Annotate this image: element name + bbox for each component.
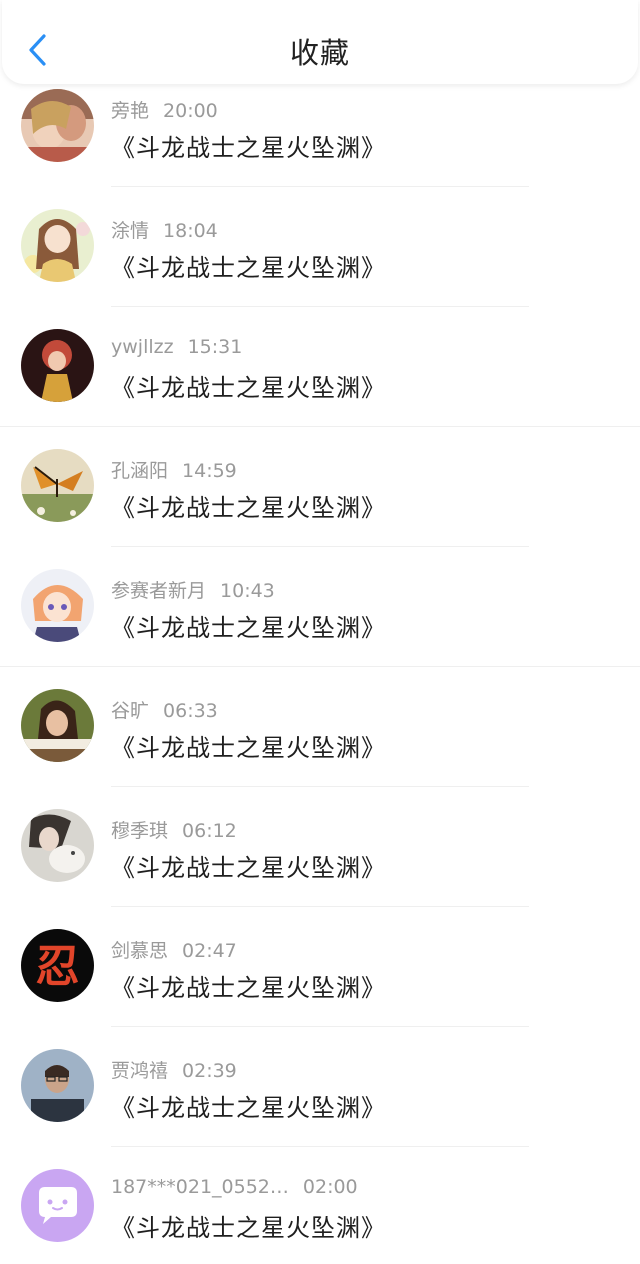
- item-time: 02:39: [182, 1060, 237, 1082]
- user-name: 谷旷: [111, 700, 150, 722]
- item-title: 《斗龙战士之星火坠渊》: [111, 614, 386, 642]
- user-name: 187***021_0552…: [111, 1176, 289, 1198]
- item-meta: 涂情 18:04: [111, 216, 218, 243]
- divider: [111, 1026, 529, 1027]
- user-name: 剑慕思: [111, 940, 169, 962]
- girl-with-cat-avatar[interactable]: [21, 809, 94, 882]
- item-title: 《斗龙战士之星火坠渊》: [111, 374, 386, 402]
- butterfly-avatar[interactable]: [21, 449, 94, 522]
- anime-girl-avatar[interactable]: [21, 209, 94, 282]
- user-name: 贾鸿禧: [111, 1060, 169, 1082]
- man-at-laptop-avatar[interactable]: [21, 1049, 94, 1122]
- item-title: 《斗龙战士之星火坠渊》: [111, 1214, 386, 1242]
- divider: [0, 666, 640, 667]
- item-meta: 谷旷 06:33: [111, 696, 218, 723]
- page-title: 收藏: [289, 36, 350, 70]
- list-item[interactable]: 参赛者新月 10:43 《斗龙战士之星火坠渊》: [0, 566, 640, 686]
- item-time: 10:43: [220, 580, 275, 602]
- anime-boy-avatar[interactable]: [21, 569, 94, 642]
- item-time: 02:47: [182, 940, 237, 962]
- divider: [111, 1146, 529, 1147]
- list-item[interactable]: 孔涵阳 14:59 《斗龙战士之星火坠渊》: [0, 446, 640, 566]
- ren-character-glyph: 忍: [36, 941, 80, 992]
- item-time: 14:59: [182, 460, 237, 482]
- user-name: ywjllzz: [111, 336, 174, 358]
- item-title: 《斗龙战士之星火坠渊》: [111, 254, 386, 282]
- divider: [111, 906, 529, 907]
- divider: [111, 186, 529, 187]
- nav-header: 收藏: [2, 0, 638, 84]
- item-meta: ywjllzz 15:31: [111, 336, 242, 358]
- item-title: 《斗龙战士之星火坠渊》: [111, 1094, 386, 1122]
- item-meta: 贾鸿禧 02:39: [111, 1056, 237, 1083]
- favorites-list: 旁艳 20:00 《斗龙战士之星火坠渊》 涂情 18:04 《斗龙战士之星火坠渊》: [0, 86, 640, 1264]
- user-name: 孔涵阳: [111, 460, 169, 482]
- user-name: 穆季琪: [111, 820, 169, 842]
- item-title: 《斗龙战士之星火坠渊》: [111, 974, 386, 1002]
- divider: [111, 546, 529, 547]
- item-time: 15:31: [187, 336, 243, 358]
- list-item[interactable]: 旁艳 20:00 《斗龙战士之星火坠渊》: [0, 86, 640, 206]
- list-item[interactable]: 187***021_0552… 02:00 《斗龙战士之星火坠渊》: [0, 1166, 640, 1264]
- girl-photo-avatar[interactable]: [21, 689, 94, 762]
- item-time: 18:04: [163, 220, 218, 242]
- list-item[interactable]: 忍 剑慕思 02:47 《斗龙战士之星火坠渊》: [0, 926, 640, 1046]
- divider: [0, 426, 640, 427]
- item-meta: 穆季琪 06:12: [111, 816, 237, 843]
- divider: [111, 786, 529, 787]
- item-time: 20:00: [163, 100, 218, 122]
- favorites-page: 收藏 旁艳 20:00 《斗龙战士之星火坠渊》 涂情 18:04 《斗龙战士之星…: [0, 0, 640, 1264]
- item-meta: 参赛者新月 10:43: [111, 576, 275, 603]
- item-time: 06:33: [163, 700, 218, 722]
- couple-photo-avatar[interactable]: [21, 89, 94, 162]
- ren-character-avatar[interactable]: 忍: [21, 929, 94, 1002]
- item-time: 06:12: [182, 820, 237, 842]
- item-title: 《斗龙战士之星火坠渊》: [111, 734, 386, 762]
- item-meta: 旁艳 20:00: [111, 96, 218, 123]
- divider: [111, 306, 529, 307]
- item-title: 《斗龙战士之星火坠渊》: [111, 494, 386, 522]
- item-meta: 剑慕思 02:47: [111, 936, 237, 963]
- item-meta: 孔涵阳 14:59: [111, 456, 237, 483]
- list-item[interactable]: ywjllzz 15:31 《斗龙战士之星火坠渊》: [0, 326, 640, 446]
- item-meta: 187***021_0552… 02:00: [111, 1176, 358, 1198]
- item-title: 《斗龙战士之星火坠渊》: [111, 854, 386, 882]
- list-item[interactable]: 贾鸿禧 02:39 《斗龙战士之星火坠渊》: [0, 1046, 640, 1166]
- user-name: 参赛者新月: [111, 580, 207, 602]
- list-item[interactable]: 谷旷 06:33 《斗龙战士之星火坠渊》: [0, 686, 640, 806]
- item-title: 《斗龙战士之星火坠渊》: [111, 134, 386, 162]
- user-name: 旁艳: [111, 100, 150, 122]
- list-item[interactable]: 穆季琪 06:12 《斗龙战士之星火坠渊》: [0, 806, 640, 926]
- chat-bubble-avatar[interactable]: [21, 1169, 94, 1242]
- list-item[interactable]: 涂情 18:04 《斗龙战士之星火坠渊》: [0, 206, 640, 326]
- item-time: 02:00: [302, 1176, 358, 1198]
- user-name: 涂情: [111, 220, 150, 242]
- red-hair-anime-avatar[interactable]: [21, 329, 94, 402]
